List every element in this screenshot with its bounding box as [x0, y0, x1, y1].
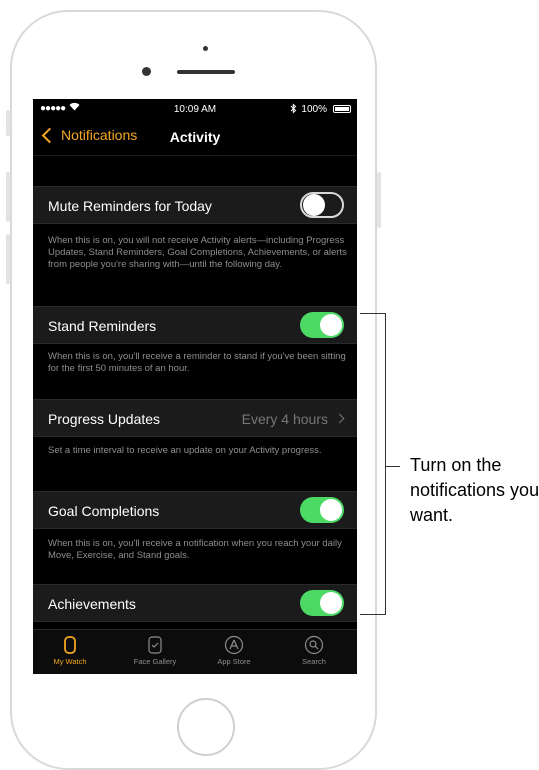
home-button[interactable] [177, 698, 235, 756]
volume-up-button [6, 172, 10, 222]
toggle-knob [320, 499, 342, 521]
mute-reminders-toggle[interactable] [300, 192, 344, 218]
chevron-right-icon [334, 413, 345, 424]
stand-reminders-row[interactable]: Stand Reminders [33, 306, 357, 344]
watch-icon [64, 636, 76, 654]
proximity-sensor [203, 46, 208, 51]
toggle-knob [320, 592, 342, 614]
page-title: Activity [169, 129, 221, 145]
achievements-toggle[interactable] [300, 590, 344, 616]
stand-reminders-note: When this is on, you'll receive a remind… [48, 351, 346, 374]
earpiece-speaker [177, 70, 235, 74]
progress-updates-value: Every 4 hours [241, 411, 345, 427]
progress-updates-note: Set a time interval to receive an update… [48, 445, 322, 456]
mute-switch [6, 110, 10, 136]
tab-my-watch-label: My Watch [53, 657, 87, 666]
tab-my-watch[interactable]: My Watch [38, 633, 102, 666]
volume-down-button [6, 234, 10, 284]
battery-icon [333, 105, 351, 113]
app-store-icon [224, 635, 244, 655]
stand-reminders-label: Stand Reminders [48, 318, 157, 334]
tab-app-store-label: App Store [217, 657, 251, 666]
callout-bracket [360, 313, 386, 615]
tab-search[interactable]: Search [282, 633, 346, 666]
progress-updates-value-text: Every 4 hours [241, 411, 328, 427]
mute-reminders-label: Mute Reminders for Today [48, 198, 212, 214]
tab-search-label: Search [302, 657, 326, 666]
tab-app-store[interactable]: App Store [202, 633, 266, 666]
callout-text: Turn on the notifications you want. [410, 455, 539, 525]
stand-reminders-toggle[interactable] [300, 312, 344, 338]
navigation-bar: Notifications Activity [33, 119, 357, 156]
goal-completions-note: When this is on, you'll receive a notifi… [48, 538, 342, 561]
goal-completions-label: Goal Completions [48, 503, 160, 519]
callout-leader-line [386, 466, 400, 467]
goal-completions-row[interactable]: Goal Completions [33, 491, 357, 529]
progress-updates-label: Progress Updates [48, 411, 161, 427]
achievements-label: Achievements [48, 596, 136, 612]
status-bar: ●●●●● 10:09 AM 100% [33, 99, 357, 119]
bluetooth-icon [290, 103, 297, 117]
battery-percent: 100% [301, 104, 327, 115]
phone-screen: ●●●●● 10:09 AM 100% Notifications Activi… [33, 99, 357, 674]
tab-face-gallery[interactable]: Face Gallery [123, 633, 187, 666]
toggle-knob [320, 314, 342, 336]
goal-completions-toggle[interactable] [300, 497, 344, 523]
toggle-knob [303, 194, 325, 216]
front-camera [142, 67, 151, 76]
tab-bar: My Watch Face Gallery App Store Search [33, 629, 357, 674]
tab-face-gallery-label: Face Gallery [133, 657, 177, 666]
face-gallery-icon [148, 636, 162, 654]
mute-reminders-row[interactable]: Mute Reminders for Today [33, 186, 357, 224]
search-icon [304, 635, 324, 655]
achievements-row[interactable]: Achievements [33, 584, 357, 622]
progress-updates-row[interactable]: Progress Updates Every 4 hours [33, 399, 357, 437]
mute-reminders-note: When this is on, you will not receive Ac… [48, 235, 347, 270]
power-button [377, 172, 381, 228]
